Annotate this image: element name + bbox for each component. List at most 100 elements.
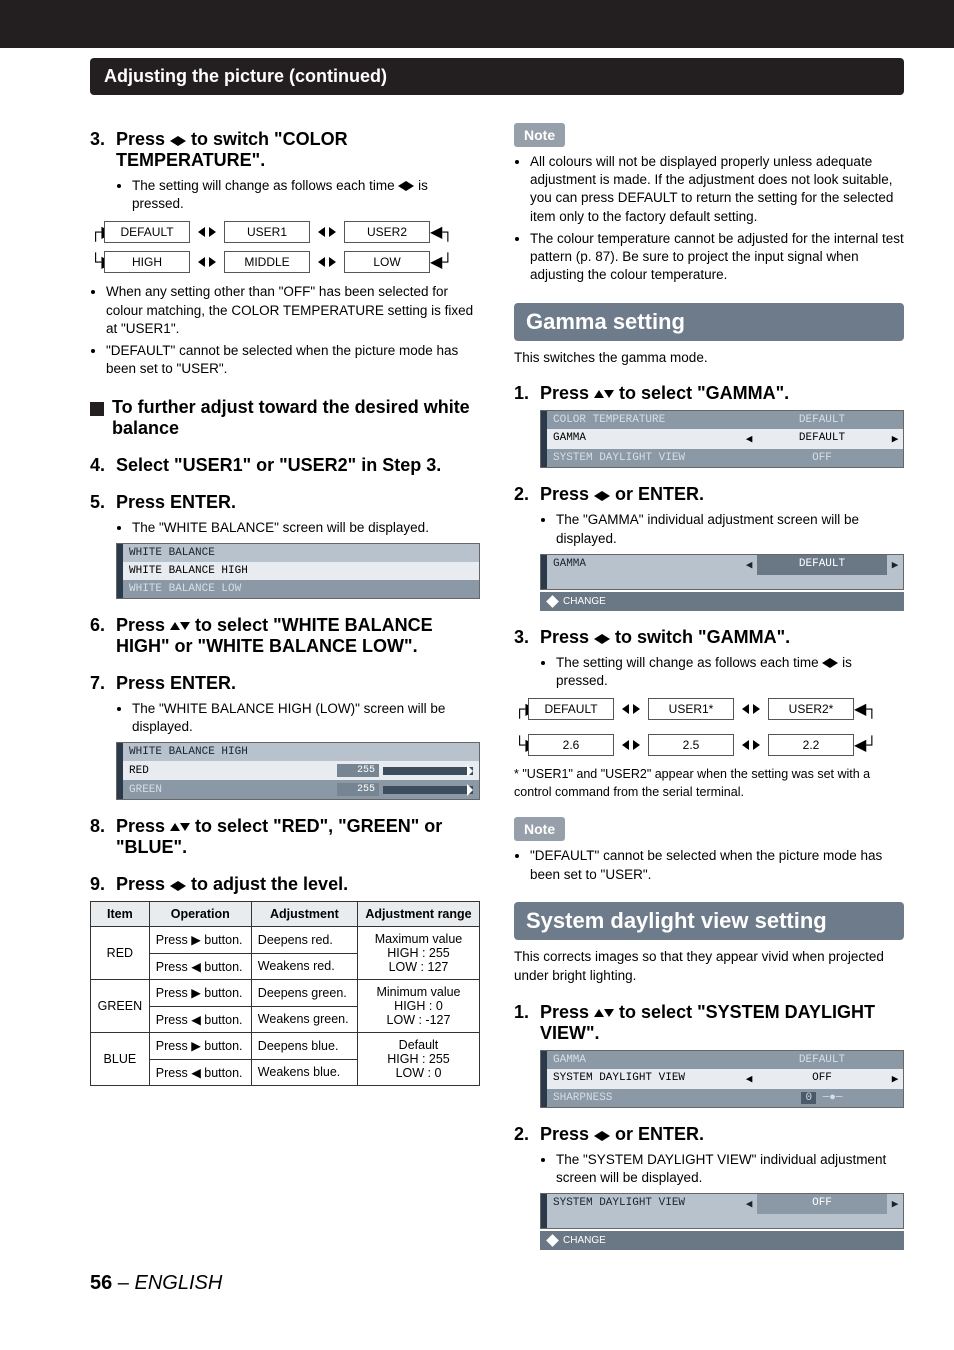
flow-box: DEFAULT [104, 221, 190, 243]
table-cell: Press ▶ button. [149, 927, 251, 954]
triangle-right-icon [178, 129, 186, 149]
note-label: Note [514, 817, 565, 841]
gamma-step-2-bullet: The "GAMMA" individual adjustment screen… [556, 511, 904, 547]
diamond-icon [546, 595, 559, 608]
step-9-heading: 9. Press to adjust the level. [90, 874, 480, 895]
flow-arrow-icon [190, 226, 224, 238]
right-column: Note All colours will not be displayed p… [514, 113, 904, 1250]
page-footer: 56 – ENGLISH [90, 1272, 904, 1295]
slider-bar [383, 786, 473, 794]
sdv-menu-1: GAMMADEFAULT SYSTEM DAYLIGHT VIEW◀OFF▶ S… [540, 1050, 904, 1108]
table-cell: BLUE [91, 1033, 150, 1086]
table-cell: Press ▶ button. [149, 1033, 251, 1060]
top-black-band [0, 0, 954, 48]
note-bullet: When any setting other than "OFF" has be… [106, 283, 480, 338]
flow-arrow-icon [310, 226, 344, 238]
table-cell: Minimum value HIGH : 0 LOW : -127 [357, 980, 479, 1033]
triangle-left-icon [170, 129, 178, 149]
triangle-left-icon [170, 874, 178, 894]
gamma-step-1: 1. Press to select "GAMMA". [514, 383, 904, 404]
triangle-up-icon [170, 816, 180, 836]
note-bullet: "DEFAULT" cannot be selected when the pi… [106, 342, 480, 378]
triangle-up-icon [170, 615, 180, 635]
table-cell: Weakens blue. [251, 1059, 357, 1086]
table-cell: Deepens blue. [251, 1033, 357, 1060]
white-balance-high-menu: WHITE BALANCE HIGH RED255 GREEN255 [116, 742, 480, 800]
gamma-flow: ┌▶ DEFAULT USER1* USER2* ◀┐ └▶ 2.6 [514, 698, 904, 756]
slider-bar [383, 767, 473, 775]
adjustment-table: Item Operation Adjustment Adjustment ran… [90, 901, 480, 1086]
step-7-heading: 7. Press ENTER. [90, 673, 480, 694]
table-cell: GREEN [91, 980, 150, 1033]
flow-box: DEFAULT [528, 698, 614, 720]
white-balance-menu: WHITE BALANCE WHITE BALANCE HIGH WHITE B… [116, 543, 480, 599]
note-bullet: The colour temperature cannot be adjuste… [530, 230, 904, 285]
table-cell: Press ◀ button. [149, 1059, 251, 1086]
flow-arrow-icon [734, 703, 768, 715]
triangle-left-icon [594, 627, 602, 647]
flow-arrow-icon [310, 256, 344, 268]
flow-box: LOW [344, 251, 430, 273]
triangle-right-icon [178, 874, 186, 894]
flow-box: HIGH [104, 251, 190, 273]
left-column: 3. Press to switch "COLOR TEMPERATURE". … [90, 113, 480, 1250]
triangle-right-icon [602, 484, 610, 504]
step-5-bullet: The "WHITE BALANCE" screen will be displ… [132, 519, 480, 537]
sub-heading-white-balance: To further adjust toward the desired whi… [90, 397, 480, 439]
flow-arrow-icon [614, 703, 648, 715]
sdv-intro: This corrects images so that they appear… [514, 948, 904, 986]
step-4-heading: 4. Select "USER1" or "USER2" in Step 3. [90, 455, 480, 476]
sdv-heading: System daylight view setting [514, 902, 904, 940]
flow-box: USER2* [768, 698, 854, 720]
flow-box: MIDDLE [224, 251, 310, 273]
step-3-heading: 3. Press to switch "COLOR TEMPERATURE". [90, 129, 480, 171]
table-cell: RED [91, 927, 150, 980]
sdv-step-1: 1. Press to select "SYSTEM DAYLIGHT VIEW… [514, 1002, 904, 1044]
gamma-step-2: 2. Press or ENTER. [514, 484, 904, 505]
gamma-intro: This switches the gamma mode. [514, 349, 904, 368]
change-footer: CHANGE [540, 592, 904, 611]
triangle-up-icon [594, 1002, 604, 1022]
square-bullet-icon [90, 402, 104, 416]
table-cell: Weakens red. [251, 953, 357, 980]
flow-box: 2.6 [528, 734, 614, 756]
step-5-heading: 5. Press ENTER. [90, 492, 480, 513]
table-header: Item [91, 902, 150, 927]
gamma-heading: Gamma setting [514, 303, 904, 341]
table-cell: Default HIGH : 255 LOW : 0 [357, 1033, 479, 1086]
change-footer: CHANGE [540, 1231, 904, 1250]
triangle-down-icon [180, 615, 190, 635]
triangle-left-icon [594, 1124, 602, 1144]
step-8-heading: 8. Press to select "RED", "GREEN" or "BL… [90, 816, 480, 858]
triangle-down-icon [604, 1002, 614, 1022]
gamma-footnote: * "USER1" and "USER2" appear when the se… [514, 766, 904, 801]
color-temp-flow: ┌▶ DEFAULT USER1 USER2 ◀┐ └▶ HIGH [90, 221, 480, 273]
diamond-icon [546, 1234, 559, 1247]
triangle-right-icon [602, 1124, 610, 1144]
table-header: Adjustment [251, 902, 357, 927]
triangle-down-icon [604, 383, 614, 403]
note-bullet: "DEFAULT" cannot be selected when the pi… [530, 847, 904, 883]
note-label: Note [514, 123, 565, 147]
gamma-menu-2: GAMMA◀DEFAULT▶ [540, 554, 904, 590]
sdv-step-2-bullet: The "SYSTEM DAYLIGHT VIEW" individual ad… [556, 1151, 904, 1187]
gamma-step-3: 3. Press to switch "GAMMA". [514, 627, 904, 648]
table-header: Operation [149, 902, 251, 927]
flow-box: USER1 [224, 221, 310, 243]
sdv-step-2: 2. Press or ENTER. [514, 1124, 904, 1145]
table-cell: Maximum value HIGH : 255 LOW : 127 [357, 927, 479, 980]
flow-arrow-icon [734, 739, 768, 751]
flow-box: USER1* [648, 698, 734, 720]
table-cell: Deepens green. [251, 980, 357, 1007]
sdv-menu-2: SYSTEM DAYLIGHT VIEW◀OFF▶ [540, 1193, 904, 1229]
step-7-bullet: The "WHITE BALANCE HIGH (LOW)" screen wi… [132, 700, 480, 736]
flow-arrow-icon [614, 739, 648, 751]
gamma-menu-1: COLOR TEMPERATUREDEFAULT GAMMA◀DEFAULT▶ … [540, 410, 904, 468]
flow-box: 2.5 [648, 734, 734, 756]
triangle-right-icon [602, 627, 610, 647]
table-cell: Press ◀ button. [149, 1006, 251, 1033]
table-cell: Press ▶ button. [149, 980, 251, 1007]
triangle-down-icon [180, 816, 190, 836]
step-6-heading: 6. Press to select "WHITE BALANCE HIGH" … [90, 615, 480, 657]
gamma-step-3-bullet: The setting will change as follows each … [556, 654, 904, 690]
